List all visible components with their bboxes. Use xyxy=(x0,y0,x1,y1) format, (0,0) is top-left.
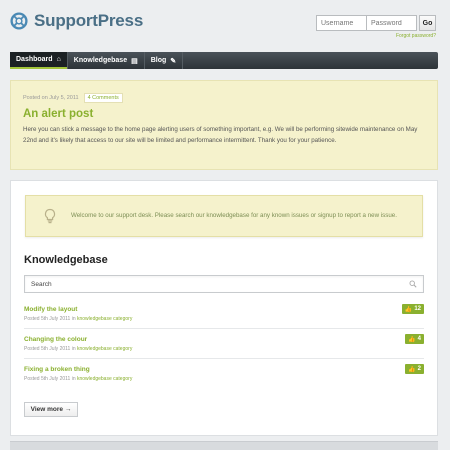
post-title[interactable]: An alert post xyxy=(23,108,425,120)
nav-item-dashboard[interactable]: Dashboard ⌂ xyxy=(10,52,67,69)
book-icon: ▤ xyxy=(131,57,138,65)
article-meta: Posted 5th July 2011 in knowledgebase ca… xyxy=(24,346,424,352)
search-icon[interactable] xyxy=(409,280,417,288)
footer xyxy=(10,441,438,450)
post-body: Here you can stick a message to the home… xyxy=(23,126,418,144)
thumbs-up-icon: 👍 xyxy=(404,306,413,313)
nav-item-blog[interactable]: Blog ✎ xyxy=(145,52,182,69)
alert-post: Posted on July 5, 2011 4 Comments An ale… xyxy=(10,80,438,170)
pencil-icon: ✎ xyxy=(170,57,177,65)
search-box xyxy=(24,275,424,293)
article-date: Posted 5th July 2011 in xyxy=(24,346,77,352)
category-link[interactable]: knowledgebase category xyxy=(77,376,132,382)
category-link[interactable]: knowledgebase category xyxy=(77,346,132,352)
article-title-link[interactable]: Fixing a broken thing xyxy=(24,366,424,373)
knowledgebase-list: Modify the layout Posted 5th July 2011 i… xyxy=(24,299,424,389)
list-item: Modify the layout Posted 5th July 2011 i… xyxy=(24,299,424,329)
vote-badge[interactable]: 👍 4 xyxy=(405,334,424,344)
brand-name: SupportPress xyxy=(34,11,144,30)
vote-count: 4 xyxy=(417,336,421,342)
nav-item-label: Blog xyxy=(150,57,167,64)
username-input[interactable] xyxy=(316,15,367,31)
login-form: Go xyxy=(316,15,436,31)
logo[interactable]: SupportPress xyxy=(10,11,143,31)
nav-item-label: Knowledgebase xyxy=(73,57,128,64)
category-link[interactable]: knowledgebase category xyxy=(77,316,132,322)
forgot-password-link[interactable]: Forgot password? xyxy=(396,33,436,39)
lifebuoy-icon xyxy=(10,12,28,30)
list-item: Changing the colour Posted 5th July 2011… xyxy=(24,329,424,359)
login-go-button[interactable]: Go xyxy=(419,15,436,31)
list-item: Fixing a broken thing Posted 5th July 20… xyxy=(24,359,424,389)
nav-divider xyxy=(182,52,184,69)
vote-count: 12 xyxy=(414,306,421,312)
welcome-text: Welcome to our support desk. Please sear… xyxy=(71,212,397,220)
vote-count: 2 xyxy=(417,366,421,372)
home-icon: ⌂ xyxy=(56,56,61,63)
article-title-link[interactable]: Changing the colour xyxy=(24,336,424,343)
main-content: Welcome to our support desk. Please sear… xyxy=(10,180,438,436)
vote-badge[interactable]: 👍 12 xyxy=(401,304,424,314)
thumbs-up-icon: 👍 xyxy=(408,366,416,373)
post-date: Posted on July 5, 2011 xyxy=(23,95,79,101)
vote-badge[interactable]: 👍 2 xyxy=(405,364,424,374)
lightbulb-icon xyxy=(44,208,56,224)
article-meta: Posted 5th July 2011 in knowledgebase ca… xyxy=(24,376,424,382)
knowledgebase-title: Knowledgebase xyxy=(24,254,108,266)
welcome-notice: Welcome to our support desk. Please sear… xyxy=(25,195,423,237)
main-nav: Dashboard ⌂ Knowledgebase ▤ Blog ✎ xyxy=(10,52,438,69)
password-input[interactable] xyxy=(367,15,417,31)
nav-item-label: Dashboard xyxy=(16,56,53,63)
article-date: Posted 5th July 2011 in xyxy=(24,376,77,382)
search-input[interactable] xyxy=(31,280,409,288)
comments-badge[interactable]: 4 Comments xyxy=(83,93,123,103)
thumbs-up-icon: 👍 xyxy=(408,336,416,343)
article-date: Posted 5th July 2011 in xyxy=(24,316,77,322)
post-meta: Posted on July 5, 2011 4 Comments xyxy=(23,93,425,103)
view-more-button[interactable]: View more → xyxy=(24,402,78,417)
article-meta: Posted 5th July 2011 in knowledgebase ca… xyxy=(24,316,424,322)
nav-item-knowledgebase[interactable]: Knowledgebase ▤ xyxy=(68,52,144,69)
article-title-link[interactable]: Modify the layout xyxy=(24,306,424,313)
